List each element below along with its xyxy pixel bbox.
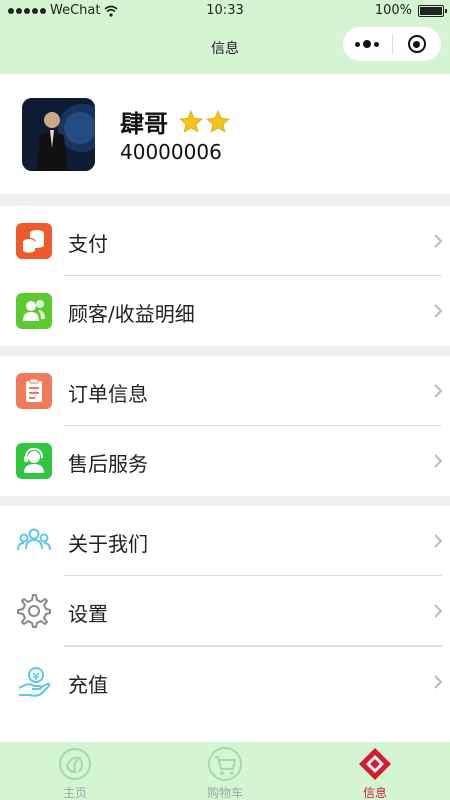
tab-label: 购物车	[206, 786, 243, 800]
menu-item-customers[interactable]: 顾客/收益明细	[0, 276, 450, 346]
chevron-right-icon	[434, 534, 443, 548]
avatar-image	[22, 98, 95, 171]
navigation-bar: 信息	[0, 22, 450, 74]
tab-label: 信息	[362, 786, 387, 800]
gear-icon	[17, 594, 51, 628]
close-button[interactable]	[393, 35, 442, 53]
menu-item-settings[interactable]: 设置	[0, 576, 450, 646]
users-icon	[16, 293, 52, 329]
home-icon	[59, 748, 91, 780]
avatar[interactable]	[22, 98, 95, 171]
tab-home[interactable]: 主页	[0, 742, 150, 800]
clipboard-icon	[16, 373, 52, 409]
user-name: 肆哥	[120, 110, 168, 138]
name-row: 肆哥	[120, 104, 231, 139]
chevron-right-icon	[434, 304, 443, 318]
menu-item-orders[interactable]: 订单信息	[0, 356, 450, 426]
menu-item-pay[interactable]: 支付	[0, 206, 450, 276]
more-button[interactable]	[343, 40, 392, 48]
battery-icon	[418, 4, 447, 17]
status-right: 100%	[374, 3, 447, 18]
rating-stars	[178, 109, 231, 135]
menu-item-label: 订单信息	[68, 382, 148, 406]
tab-label: 主页	[62, 786, 87, 800]
miniprogram-capsule	[342, 26, 442, 62]
star-icon	[179, 109, 203, 133]
menu-item-label: 支付	[68, 232, 108, 256]
customer-service-icon	[16, 443, 52, 479]
battery-percent: 100%	[374, 3, 412, 18]
menu-item-label: 设置	[68, 602, 108, 626]
menu-item-label: 顾客/收益明细	[68, 302, 195, 326]
tab-cart[interactable]: 购物车	[150, 742, 300, 800]
tab-bar: 主页 购物车 信息	[0, 742, 450, 800]
status-bar: WeChat 10:33 100%	[0, 0, 450, 22]
menu-item-label: 关于我们	[68, 532, 148, 556]
info-tab-icon	[359, 748, 391, 780]
menu-item-after-sales[interactable]: 售后服务	[0, 426, 450, 496]
coins-icon	[16, 223, 52, 259]
section-gap	[0, 194, 450, 206]
chevron-right-icon	[434, 454, 443, 468]
chevron-right-icon	[434, 675, 443, 689]
chevron-right-icon	[434, 384, 443, 398]
menu-item-recharge[interactable]: 充值	[0, 647, 450, 717]
star-icon	[206, 109, 230, 133]
menu-item-label: 充值	[68, 673, 108, 697]
recharge-icon	[18, 667, 51, 697]
chevron-right-icon	[434, 234, 443, 248]
user-id: 40000006	[120, 140, 222, 164]
team-icon	[17, 528, 51, 551]
cart-icon	[208, 747, 242, 781]
chevron-right-icon	[434, 604, 443, 618]
tab-info[interactable]: 信息	[300, 742, 450, 800]
profile-card[interactable]: 肆哥 40000006	[0, 74, 450, 194]
menu-item-label: 售后服务	[68, 452, 148, 476]
close-circle-icon	[407, 35, 426, 53]
menu-item-about-us[interactable]: 关于我们	[0, 506, 450, 576]
